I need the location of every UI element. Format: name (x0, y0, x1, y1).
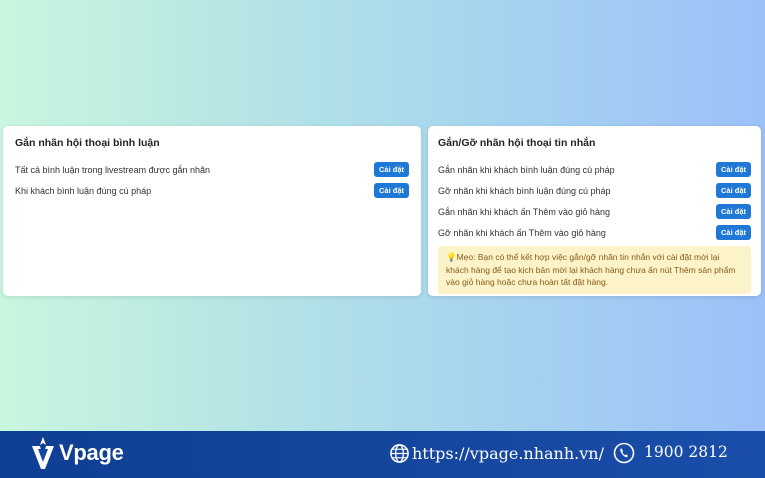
comment-label-panel: Gắn nhãn hội thoại bình luận Tất cả bình… (3, 126, 421, 296)
panel-title: Gắn nhãn hội thoại bình luận (15, 137, 160, 149)
setting-label: Gắn nhãn khi khách ấn Thêm vào giỏ hàng (438, 206, 610, 217)
panel-title: Gắn/Gỡ nhãn hội thoại tin nhắn (438, 137, 596, 149)
brand-name: Vpage (59, 440, 124, 465)
setting-label: Gỡ nhãn khi khách ấn Thêm vào giỏ hàng (438, 227, 606, 238)
phone-icon (613, 442, 635, 464)
setting-row: Gắn nhãn khi khách bình luận đúng cú phá… (438, 159, 751, 180)
setting-row: Gỡ nhãn khi khách ấn Thêm vào giỏ hàng C… (438, 222, 751, 243)
settings-button[interactable]: Cài đặt (716, 183, 751, 198)
setting-label: Gỡ nhãn khi khách bình luận đúng cú pháp (438, 185, 611, 196)
tip-box: 💡Mẹo: Bạn có thể kết hợp việc gắn/gỡ nhã… (438, 246, 751, 294)
settings-button[interactable]: Cài đặt (374, 183, 409, 198)
website-link[interactable]: https://vpage.nhanh.vn/ (412, 444, 604, 463)
message-label-panel: Gắn/Gỡ nhãn hội thoại tin nhắn Gắn nhãn … (428, 126, 761, 296)
tip-text: Mẹo: Bạn có thể kết hợp việc gắn/gỡ nhãn… (446, 252, 736, 287)
settings-button[interactable]: Cài đặt (716, 225, 751, 240)
globe-icon (390, 444, 409, 463)
footer-bar: Vpage https://vpage.nhanh.vn/ 1900 2812 (0, 431, 765, 478)
setting-row: Tất cả bình luận trong livestream được g… (15, 159, 409, 180)
setting-label: Khi khách bình luận đúng cú pháp (15, 185, 152, 196)
hotline-number[interactable]: 1900 2812 (644, 443, 728, 461)
settings-button[interactable]: Cài đặt (374, 162, 409, 177)
setting-label: Gắn nhãn khi khách bình luận đúng cú phá… (438, 164, 615, 175)
settings-button[interactable]: Cài đặt (716, 162, 751, 177)
settings-button[interactable]: Cài đặt (716, 204, 751, 219)
setting-row: Gắn nhãn khi khách ấn Thêm vào giỏ hàng … (438, 201, 751, 222)
lightbulb-icon: 💡 (446, 252, 457, 262)
setting-label: Tất cả bình luận trong livestream được g… (15, 164, 211, 175)
setting-row: Gỡ nhãn khi khách bình luận đúng cú pháp… (438, 180, 751, 201)
setting-row: Khi khách bình luận đúng cú pháp Cài đặt (15, 180, 409, 201)
vpage-logo-icon (32, 437, 54, 469)
